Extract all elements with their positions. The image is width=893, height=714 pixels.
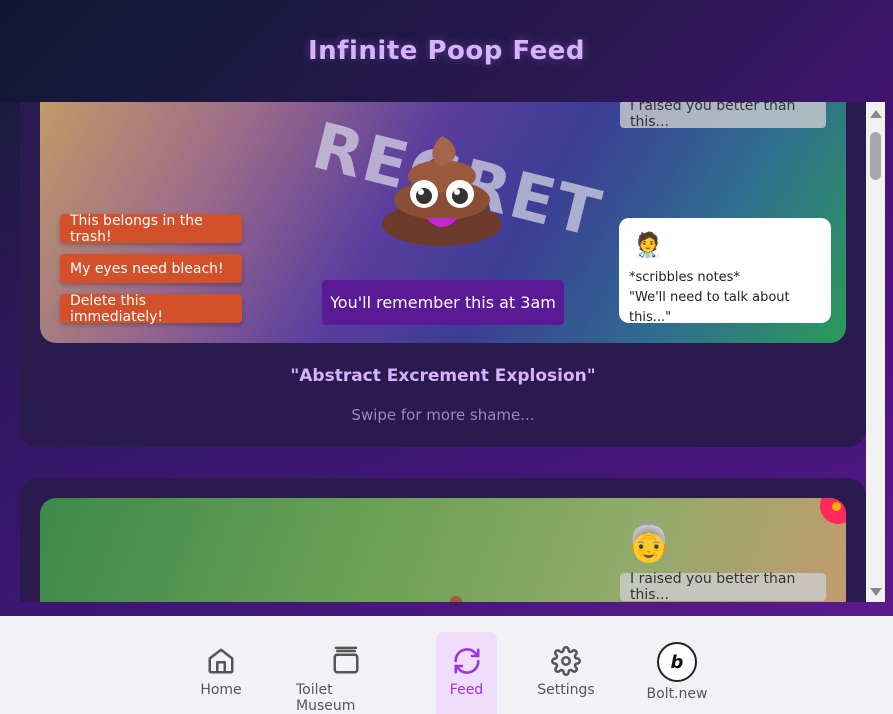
- nav-settings[interactable]: Settings: [536, 632, 596, 714]
- artwork-title: "Abstract Excrement Explosion": [290, 366, 596, 386]
- refresh-icon: [453, 648, 480, 674]
- artwork-canvas[interactable]: 👵 I raised you better than this...: [40, 498, 846, 602]
- poop-emoji-icon: [382, 136, 502, 246]
- reaction-bleach-button[interactable]: My eyes need bleach!: [60, 254, 242, 283]
- nav-feed[interactable]: Feed: [436, 632, 497, 714]
- app-root: Infinite Poop Feed I raised you better t…: [0, 0, 893, 714]
- page-title: Infinite Poop Feed: [308, 36, 585, 66]
- feed-scrollbar[interactable]: [866, 102, 885, 602]
- gear-icon: [551, 646, 581, 676]
- doctor-comment-bubble: 🧑‍⚕️ *scribbles notes* "We'll need to ta…: [619, 218, 831, 325]
- feed-scroll-area[interactable]: I raised you better than this... REGRET …: [0, 102, 866, 602]
- caption-pill: You'll remember this at 3am: [322, 280, 564, 325]
- nav-home-label: Home: [200, 682, 242, 698]
- reaction-delete-button[interactable]: Delete this immediately!: [60, 293, 242, 325]
- grandma-emoji-icon: 👵: [625, 520, 673, 564]
- feed-bottom-edge: [0, 602, 893, 616]
- mom-comment-bubble: I raised you better than this...: [620, 102, 826, 130]
- bolt-badge-icon: b: [657, 642, 697, 682]
- doctor-emoji-icon: 🧑‍⚕️: [633, 231, 663, 259]
- nav-bolt-label: Bolt.new: [646, 686, 708, 702]
- doctor-comment-line2: "We'll need to talk about this...": [629, 290, 790, 325]
- nav-bolt[interactable]: b Bolt.new: [641, 632, 713, 714]
- app-header: Infinite Poop Feed: [0, 0, 893, 102]
- feed-card: 👵 I raised you better than this...: [20, 478, 866, 602]
- bottom-nav: Home Toilet Museum Feed Settings b Bolt.…: [0, 616, 893, 714]
- notification-dot-icon: [820, 498, 846, 524]
- feed-card: I raised you better than this... REGRET …: [20, 102, 866, 447]
- nav-home[interactable]: Home: [191, 632, 251, 714]
- home-icon: [208, 648, 234, 674]
- scroll-down-arrow-icon[interactable]: [870, 588, 882, 596]
- nav-settings-label: Settings: [537, 682, 595, 698]
- scroll-up-arrow-icon[interactable]: [870, 110, 882, 118]
- artwork-canvas[interactable]: I raised you better than this... REGRET …: [40, 102, 846, 343]
- nav-toilet-museum[interactable]: Toilet Museum: [296, 632, 396, 714]
- reaction-trash-button[interactable]: This belongs in the trash!: [60, 213, 242, 245]
- swipe-hint: Swipe for more shame...: [351, 406, 535, 424]
- scroll-thumb[interactable]: [870, 132, 881, 180]
- doctor-comment-line1: *scribbles notes*: [629, 270, 740, 285]
- mom-comment-bubble: I raised you better than this...: [620, 571, 826, 602]
- nav-feed-label: Feed: [449, 682, 484, 698]
- nav-toilet-museum-label: Toilet Museum: [296, 682, 356, 714]
- gallery-icon: [333, 646, 359, 674]
